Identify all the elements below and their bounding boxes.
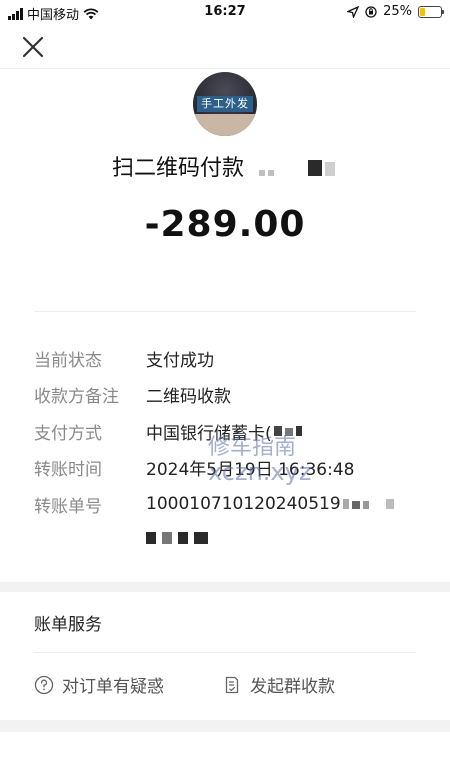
detail-label: 转账单号 bbox=[34, 496, 102, 517]
divider-services bbox=[34, 652, 416, 653]
order-question-button[interactable]: 对订单有疑惑 bbox=[34, 672, 164, 697]
status-right: 25% bbox=[347, 4, 444, 19]
payment-amount: -289.00 bbox=[144, 204, 306, 245]
battery-icon bbox=[418, 5, 444, 18]
order-question-label: 对订单有疑惑 bbox=[62, 677, 164, 697]
detail-value: 100010710120240519 bbox=[146, 494, 341, 515]
redacted-transfer-id-continued bbox=[34, 523, 424, 553]
battery-fill bbox=[420, 7, 425, 16]
detail-row-status: 当前状态 支付成功 bbox=[34, 340, 424, 377]
payment-title-text: 扫二维码付款 bbox=[111, 156, 244, 181]
detail-label: 支付方式 bbox=[34, 423, 102, 444]
bottom-separator bbox=[0, 720, 450, 732]
detail-row-remark: 收款方备注 二维码收款 bbox=[34, 377, 424, 414]
detail-label: 收款方备注 bbox=[34, 387, 119, 408]
avatar-sign-text: 手工外发 bbox=[197, 96, 253, 112]
watermark-line2: xczn.xyz bbox=[208, 458, 312, 486]
payment-title: 扫二维码付款 bbox=[0, 150, 450, 182]
battery-percent: 25% bbox=[383, 4, 412, 19]
group-collect-label: 发起群收款 bbox=[250, 677, 335, 697]
orientation-lock-icon bbox=[365, 5, 377, 18]
nav-bar bbox=[0, 24, 450, 69]
question-circle-icon bbox=[34, 675, 54, 694]
detail-value: 支付成功 bbox=[146, 350, 214, 371]
detail-label: 当前状态 bbox=[34, 350, 102, 371]
redacted-transfer-id bbox=[341, 494, 397, 514]
group-collect-button[interactable]: 发起群收款 bbox=[222, 672, 335, 697]
watermark-line1: 修车指南 bbox=[208, 435, 297, 460]
document-check-icon bbox=[225, 676, 239, 693]
redacted-merchant-name bbox=[251, 157, 338, 182]
merchant-avatar: 手工外发 bbox=[193, 72, 257, 136]
bill-services-title: 账单服务 bbox=[34, 615, 102, 635]
location-arrow-icon bbox=[347, 5, 360, 18]
detail-row-transfer-id: 转账单号 100010710120240519 bbox=[34, 486, 424, 523]
detail-label: 转账时间 bbox=[34, 460, 102, 481]
divider-top bbox=[34, 311, 416, 312]
detail-value: 二维码收款 bbox=[146, 387, 231, 408]
bill-services-actions: 对订单有疑惑 发起群收款 bbox=[34, 672, 424, 697]
watermark: 修车指南 xczn.xyz bbox=[208, 435, 312, 486]
close-icon[interactable] bbox=[20, 34, 46, 60]
status-bar: 中国移动 16:27 25% bbox=[0, 0, 450, 24]
section-separator bbox=[0, 582, 450, 592]
